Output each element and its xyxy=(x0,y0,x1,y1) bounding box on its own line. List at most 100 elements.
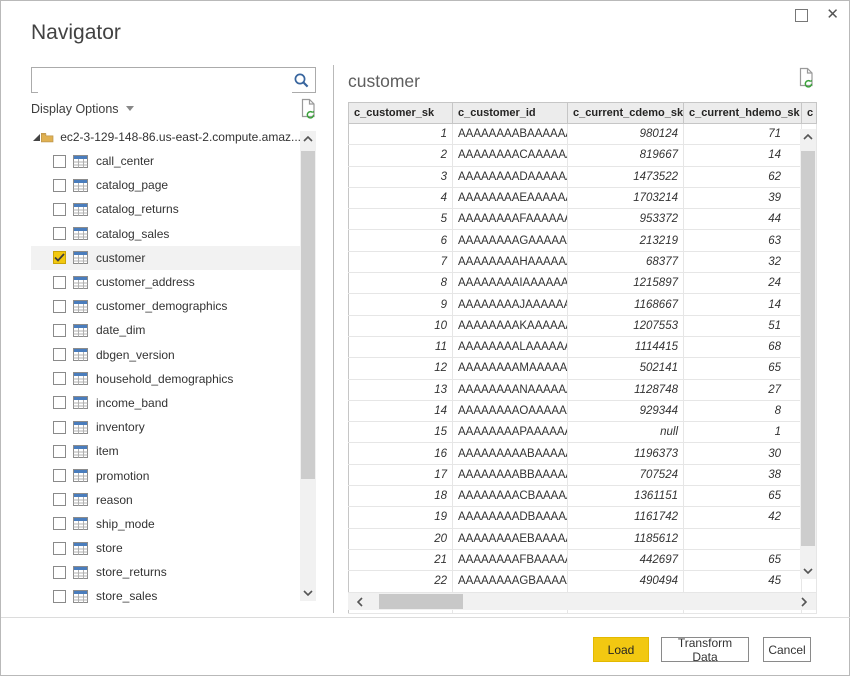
column-header: c_customer_id xyxy=(453,103,568,124)
table-checkbox[interactable] xyxy=(53,300,66,313)
table-cell: 11 xyxy=(349,336,453,357)
table-checkbox[interactable] xyxy=(53,421,66,434)
transform-data-button[interactable]: Transform Data xyxy=(661,637,749,662)
table-row: 3AAAAAAAADAAAAAAA147352262 xyxy=(349,166,817,187)
refresh-table-icon[interactable] xyxy=(797,67,816,94)
table-checkbox[interactable] xyxy=(53,396,66,409)
table-icon xyxy=(73,179,88,192)
tree-item-label: income_band xyxy=(96,396,168,410)
folder-icon xyxy=(41,131,54,144)
table-icon xyxy=(73,300,88,313)
grid-header-row: c_customer_skc_customer_idc_current_cdem… xyxy=(349,103,817,124)
scroll-down-icon[interactable] xyxy=(300,585,316,601)
table-checkbox[interactable] xyxy=(53,276,66,289)
table-checkbox[interactable] xyxy=(53,324,66,337)
grid-vertical-scrollbar[interactable] xyxy=(800,129,816,579)
table-cell: 20 xyxy=(349,528,453,549)
table-checkbox[interactable] xyxy=(53,348,66,361)
scroll-left-icon[interactable] xyxy=(352,593,368,610)
scroll-right-icon[interactable] xyxy=(796,593,812,610)
table-row: 17AAAAAAAABBAAAAAA70752438 xyxy=(349,464,817,485)
scroll-up-icon[interactable] xyxy=(800,129,816,145)
scroll-up-icon[interactable] xyxy=(300,131,316,147)
tree-item[interactable]: catalog_page xyxy=(31,173,301,197)
table-cell: AAAAAAAAABAAAAAA xyxy=(453,443,568,464)
tree-item[interactable]: item xyxy=(31,439,301,463)
table-checkbox[interactable] xyxy=(53,542,66,555)
table-cell: 3 xyxy=(349,166,453,187)
table-checkbox[interactable] xyxy=(53,227,66,240)
table-row: 21AAAAAAAAFBAAAAAA44269765 xyxy=(349,549,817,570)
grid-scrollbar-thumb[interactable] xyxy=(801,151,815,546)
tree-item[interactable]: customer_address xyxy=(31,270,301,294)
table-checkbox[interactable] xyxy=(53,372,66,385)
cancel-button[interactable]: Cancel xyxy=(763,637,811,662)
table-checkbox[interactable] xyxy=(53,590,66,603)
display-options-button[interactable]: Display Options xyxy=(31,102,119,116)
chevron-down-icon[interactable] xyxy=(126,106,134,111)
table-icon xyxy=(73,372,88,385)
tree-item[interactable]: store xyxy=(31,536,301,560)
table-checkbox[interactable] xyxy=(53,251,66,264)
table-cell: 1114415 xyxy=(568,336,684,357)
tree-root-server[interactable]: ec2-3-129-148-86.us-east-2.compute.amaz.… xyxy=(31,125,301,149)
maximize-icon[interactable] xyxy=(795,9,808,22)
table-checkbox[interactable] xyxy=(53,469,66,482)
close-icon[interactable]: ✕ xyxy=(826,8,839,22)
table-cell: AAAAAAAABAAAAAAA xyxy=(453,124,568,145)
collapse-icon[interactable] xyxy=(31,132,41,142)
navigator-dialog: ✕ Navigator Display Options xyxy=(0,0,850,676)
table-checkbox[interactable] xyxy=(53,155,66,168)
tree-item[interactable]: reason xyxy=(31,488,301,512)
tree-item[interactable]: call_center xyxy=(31,149,301,173)
tree-item-label: store_returns xyxy=(96,565,167,579)
tree-item[interactable]: date_dim xyxy=(31,318,301,342)
table-cell: AAAAAAAAMAAAAAAA xyxy=(453,358,568,379)
table-cell: 442697 xyxy=(568,549,684,570)
load-button[interactable]: Load xyxy=(593,637,649,662)
tree-item[interactable]: promotion xyxy=(31,463,301,487)
tree-item[interactable]: store_sales xyxy=(31,584,301,607)
tree-item-label: item xyxy=(96,444,119,458)
tree-item[interactable]: inventory xyxy=(31,415,301,439)
table-cell: 38 xyxy=(684,464,802,485)
search-icon[interactable] xyxy=(293,72,310,94)
search-input[interactable] xyxy=(38,69,292,93)
table-icon xyxy=(73,324,88,337)
table-checkbox[interactable] xyxy=(53,517,66,530)
tree-item[interactable]: income_band xyxy=(31,391,301,415)
tree-item[interactable]: household_demographics xyxy=(31,367,301,391)
table-checkbox[interactable] xyxy=(53,493,66,506)
refresh-preview-icon[interactable] xyxy=(299,98,318,125)
table-cell: 490494 xyxy=(568,571,684,592)
table-cell: AAAAAAAAFBAAAAAA xyxy=(453,549,568,570)
tree-scrollbar[interactable] xyxy=(300,131,316,601)
table-cell: 929344 xyxy=(568,400,684,421)
tree-item[interactable]: customer_demographics xyxy=(31,294,301,318)
tree-item[interactable]: store_returns xyxy=(31,560,301,584)
table-checkbox[interactable] xyxy=(53,445,66,458)
table-checkbox[interactable] xyxy=(53,179,66,192)
tree-item[interactable]: ship_mode xyxy=(31,512,301,536)
table-cell: 1 xyxy=(684,422,802,443)
table-cell xyxy=(684,528,802,549)
scroll-down-icon[interactable] xyxy=(800,563,816,579)
tree-item[interactable]: catalog_sales xyxy=(31,222,301,246)
preview-table-title: customer xyxy=(348,71,420,92)
table-cell: 8 xyxy=(684,400,802,421)
tree-item[interactable]: dbgen_version xyxy=(31,343,301,367)
table-cell: 5 xyxy=(349,209,453,230)
table-row: 8AAAAAAAAIAAAAAAA121589724 xyxy=(349,273,817,294)
tree-item[interactable]: customer xyxy=(31,246,301,270)
table-checkbox[interactable] xyxy=(53,203,66,216)
server-label: ec2-3-129-148-86.us-east-2.compute.amaz.… xyxy=(60,130,301,144)
table-cell: 68377 xyxy=(568,251,684,272)
hscrollbar-thumb[interactable] xyxy=(379,594,463,609)
table-cell: 1215897 xyxy=(568,273,684,294)
tree-scrollbar-thumb[interactable] xyxy=(301,151,315,479)
table-checkbox[interactable] xyxy=(53,566,66,579)
search-box[interactable] xyxy=(31,67,316,93)
table-icon xyxy=(73,155,88,168)
grid-horizontal-scrollbar[interactable] xyxy=(348,593,816,610)
tree-item[interactable]: catalog_returns xyxy=(31,197,301,221)
